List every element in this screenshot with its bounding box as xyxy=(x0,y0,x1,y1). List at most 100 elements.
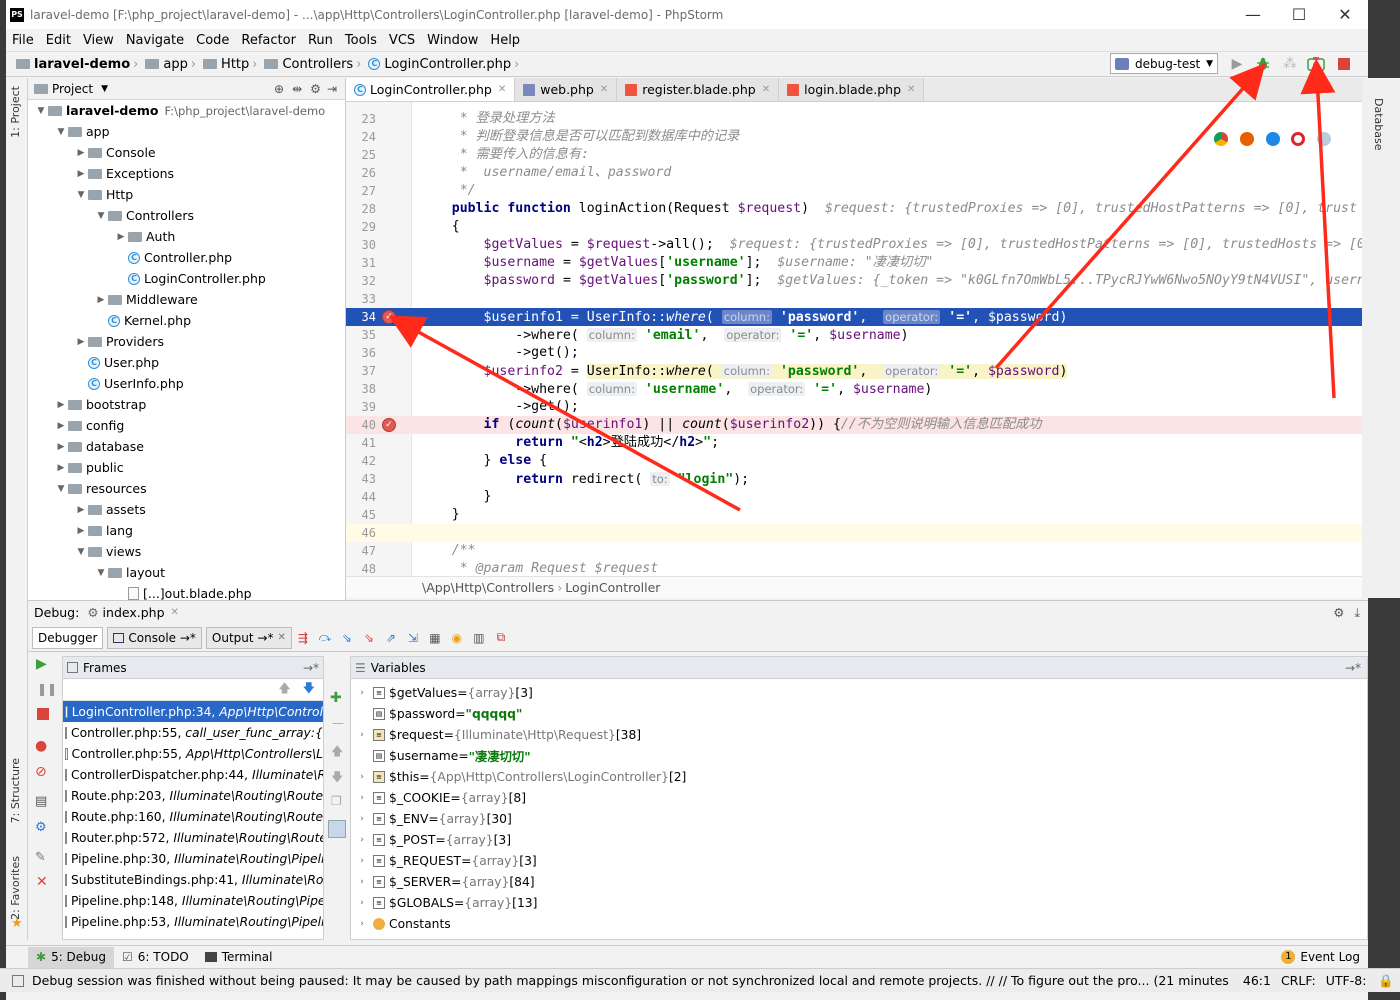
code-line[interactable]: 26 * username/email、password xyxy=(346,164,1368,182)
tree-item[interactable]: C Controller.php xyxy=(28,247,345,268)
tree-item[interactable]: ▼ resources xyxy=(28,478,345,499)
menu-tools[interactable]: Tools xyxy=(339,33,383,48)
hide-icon[interactable]: ⇥ xyxy=(327,82,337,96)
close-icon[interactable]: ✕ xyxy=(600,84,608,95)
chevron-down-icon[interactable]: ▼ xyxy=(34,106,48,116)
tree-item[interactable]: C UserInfo.php xyxy=(28,373,345,394)
chevron-right-icon[interactable]: › xyxy=(355,793,369,803)
bottom-tool-tab[interactable]: Terminal xyxy=(197,947,281,968)
code-line[interactable]: 33 xyxy=(346,290,1368,308)
tree-item[interactable]: ▼ Http xyxy=(28,184,345,205)
star-icon[interactable]: ★ xyxy=(11,916,23,931)
chevron-right-icon[interactable]: › xyxy=(355,730,369,740)
chevron-right-icon[interactable]: › xyxy=(355,856,369,866)
breadcrumb-item[interactable]: app › xyxy=(143,57,201,72)
chevron-down-icon[interactable]: ▼ xyxy=(54,484,68,494)
chevron-right-icon[interactable]: ▶ xyxy=(94,295,108,305)
menu-run[interactable]: Run xyxy=(302,33,339,48)
run-icon[interactable]: ▶ xyxy=(1227,54,1247,74)
tree-item[interactable]: C User.php xyxy=(28,352,345,373)
frame-row[interactable]: Pipeline.php:53, Illuminate\Routing\Pipe… xyxy=(63,911,323,932)
tree-item[interactable]: ▶ Exceptions xyxy=(28,163,345,184)
code-line[interactable]: 42 } else { xyxy=(346,452,1368,470)
lock-icon[interactable]: 🔒 xyxy=(1378,973,1394,989)
tree-item[interactable]: ▼ app xyxy=(28,121,345,142)
project-pane-title[interactable]: Project xyxy=(52,82,93,96)
close-icon[interactable]: ✕ xyxy=(171,607,179,618)
frame-row[interactable]: Controller.php:55, call_user_func_array:… xyxy=(63,722,323,743)
code-line[interactable]: 48 * @param Request $request xyxy=(346,560,1368,576)
step-out-icon[interactable]: ⇗ xyxy=(380,627,402,649)
status-message[interactable]: Debug session was finished without being… xyxy=(32,973,1233,988)
chevron-down-icon[interactable]: ▼ xyxy=(74,190,88,200)
chevron-right-icon[interactable]: ▶ xyxy=(54,421,68,431)
tree-item[interactable]: ▶ config xyxy=(28,415,345,436)
step-over-icon[interactable]: ⤼ xyxy=(314,627,336,649)
code-line[interactable]: 25 * 需要传入的信息有: xyxy=(346,146,1368,164)
variable-row[interactable]: ▤ $username = "凄凄切切" xyxy=(351,745,1367,766)
breakpoint-icon[interactable]: ✓ xyxy=(382,310,396,324)
close-icon[interactable]: ✕ xyxy=(907,84,915,95)
tree-item[interactable]: ▶ public xyxy=(28,457,345,478)
tree-item[interactable]: ▶ assets xyxy=(28,499,345,520)
chevron-right-icon[interactable]: › xyxy=(355,877,369,887)
frame-row[interactable]: Controller.php:55, App\Http\Controllers\… xyxy=(63,743,323,764)
status-toggle-icon[interactable] xyxy=(12,974,24,987)
tree-item[interactable]: ▼ layout xyxy=(28,562,345,583)
debug-icon[interactable] xyxy=(1253,54,1273,74)
chevron-right-icon[interactable]: › xyxy=(355,835,369,845)
breadcrumb-item[interactable]: Http › xyxy=(201,57,262,72)
code-line[interactable]: 32 $password = $getValues['password']; $… xyxy=(346,272,1368,290)
listen-debug-connections-icon[interactable] xyxy=(1306,54,1326,74)
editor-tab[interactable]: login.blade.php ✕ xyxy=(779,78,925,101)
arrow-up-icon[interactable]: 🡅 xyxy=(331,742,343,763)
breadcrumb-item[interactable]: laravel-demo › xyxy=(14,57,143,72)
chevron-right-icon[interactable]: ▶ xyxy=(74,169,88,179)
editor-crumb-namespace[interactable]: \App\Http\Controllers xyxy=(422,580,554,595)
chevron-down-icon[interactable]: ▼ xyxy=(54,127,68,137)
code-line[interactable]: 40 if (count($userinfo1) || count($useri… xyxy=(346,416,1368,434)
resume-icon[interactable]: ▶ xyxy=(36,656,47,672)
clipboard-icon[interactable]: ⧉ xyxy=(490,627,512,649)
variable-row[interactable]: › ≡ $GLOBALS = {array} [13] xyxy=(351,892,1367,913)
pause-icon[interactable]: ❚❚ xyxy=(37,682,57,696)
code-line[interactable]: 27 */ xyxy=(346,182,1368,200)
chevron-down-icon[interactable]: ▼ xyxy=(94,211,108,221)
menu-vcs[interactable]: VCS xyxy=(383,33,421,48)
frame-row[interactable]: ControllerDispatcher.php:44, Illuminate\… xyxy=(63,764,323,785)
gear-icon[interactable]: ⚙ xyxy=(310,82,321,96)
crosshair-icon[interactable]: ⊕ xyxy=(274,82,284,96)
code-line[interactable]: 29 { xyxy=(346,218,1368,236)
menu-window[interactable]: Window xyxy=(421,33,484,48)
force-step-into-icon[interactable]: ⇘ xyxy=(358,627,380,649)
breadcrumb-item[interactable]: Controllers › xyxy=(262,57,366,72)
variable-row[interactable]: › ≡ $_SERVER = {array} [84] xyxy=(351,871,1367,892)
arrow-up-icon[interactable]: 🡅 xyxy=(278,679,290,700)
coverage-icon[interactable]: ⁂ xyxy=(1280,54,1300,74)
variable-row[interactable]: ▤ $password = "qqqqq" xyxy=(351,703,1367,724)
frame-row[interactable]: LoginController.php:34, App\Http\Control xyxy=(63,701,323,722)
frame-row[interactable]: Route.php:203, Illuminate\Routing\Route- xyxy=(63,785,323,806)
pin-icon[interactable]: ✎ xyxy=(35,850,46,865)
event-log-tab[interactable]: 1 Event Log xyxy=(1273,947,1368,968)
code-line[interactable]: 30 $getValues = $request->all(); $reques… xyxy=(346,236,1368,254)
variable-row[interactable]: › ≡ $_COOKIE = {array} [8] xyxy=(351,787,1367,808)
menu-navigate[interactable]: Navigate xyxy=(120,33,190,48)
arrow-down-icon[interactable]: 🡇 xyxy=(303,679,315,700)
code-line[interactable]: 35 ->where( column: 'email', operator: '… xyxy=(346,326,1368,344)
chevron-right-icon[interactable]: ▶ xyxy=(74,148,88,158)
chevron-right-icon[interactable]: ▶ xyxy=(54,400,68,410)
code-line[interactable]: 41 return "<h2>登陆成功</h2>"; xyxy=(346,434,1368,452)
arrow-down-icon[interactable]: 🡇 xyxy=(331,768,343,789)
chevron-right-icon[interactable]: › xyxy=(355,814,369,824)
tree-item[interactable]: ▶ database xyxy=(28,436,345,457)
pin-arrow-icon[interactable]: →* xyxy=(1345,661,1361,675)
tree-item[interactable]: ▶ Console xyxy=(28,142,345,163)
chevron-right-icon[interactable]: ▶ xyxy=(54,442,68,452)
close-window-button[interactable]: ✕ xyxy=(1322,5,1368,24)
caret-position[interactable]: 46:1 xyxy=(1243,973,1271,988)
variable-row[interactable]: › ≡ $request = {Illuminate\Http\Request} [… xyxy=(351,724,1367,745)
file-encoding[interactable]: UTF-8: xyxy=(1326,973,1367,988)
code-line[interactable]: 38 ->where( column: 'username', operator… xyxy=(346,380,1368,398)
code-line[interactable]: 43 return redirect( to: "login"); xyxy=(346,470,1368,488)
